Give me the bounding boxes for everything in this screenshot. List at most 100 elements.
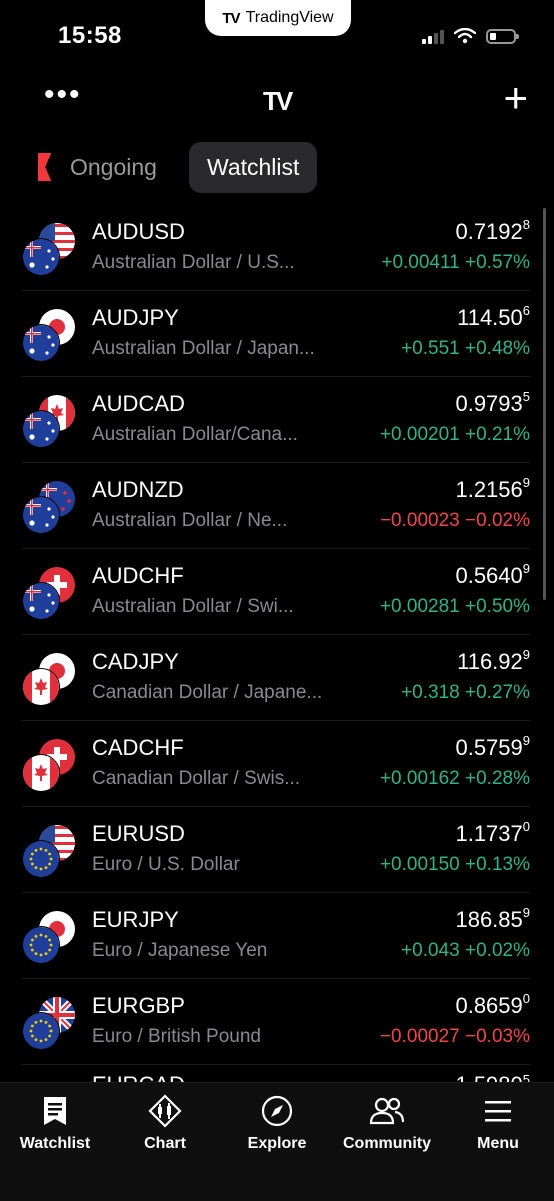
au-flag-icon bbox=[22, 410, 60, 448]
row-description: Euro / U.S. Dollar bbox=[92, 854, 240, 875]
row-price-main: 0.5759 bbox=[455, 735, 523, 760]
row-change: −0.00027 −0.03% bbox=[380, 1026, 530, 1048]
au-flag-icon bbox=[22, 582, 60, 620]
row-change-pct: +0.28% bbox=[465, 768, 530, 789]
status-bar: 15:58 TV TradingView bbox=[0, 0, 554, 70]
nav-watchlist-label: Watchlist bbox=[19, 1135, 91, 1152]
row-change-abs: +0.551 bbox=[401, 338, 460, 359]
currency-pair-icon bbox=[22, 652, 76, 706]
row-change: +0.043 +0.02% bbox=[401, 940, 530, 962]
row-description: Canadian Dollar / Swis... bbox=[92, 768, 301, 789]
row-price-fraction: 9 bbox=[522, 647, 530, 662]
currency-pair-icon bbox=[22, 566, 76, 620]
row-price: 1.21569 bbox=[455, 475, 530, 503]
row-symbol: AUDUSD bbox=[92, 219, 185, 244]
row-change-pct: −0.02% bbox=[465, 510, 530, 531]
row-change-abs: +0.318 bbox=[401, 682, 460, 703]
symbol-list: AUDUSD Australian Dollar / U.S... 0.7192… bbox=[22, 205, 530, 1065]
currency-pair-icon bbox=[22, 394, 76, 448]
row-symbol: CADJPY bbox=[92, 649, 179, 674]
row-price-fraction: 6 bbox=[522, 303, 530, 318]
row-price: 116.929 bbox=[457, 647, 530, 675]
eu-flag-icon bbox=[22, 926, 60, 964]
row-price: 186.859 bbox=[455, 905, 530, 933]
table-row[interactable]: AUDCAD Australian Dollar/Cana... 0.97935… bbox=[22, 377, 530, 463]
row-price-fraction: 9 bbox=[522, 905, 530, 920]
ca-flag-icon bbox=[22, 668, 60, 706]
row-change: +0.00150 +0.13% bbox=[380, 854, 530, 876]
cellular-signal-icon bbox=[422, 28, 444, 44]
currency-pair-icon bbox=[22, 480, 76, 534]
currency-pair-icon bbox=[22, 996, 76, 1050]
row-price-fraction: 0 bbox=[522, 991, 530, 1006]
menu-icon bbox=[485, 1101, 511, 1122]
row-price-fraction: 9 bbox=[522, 561, 530, 576]
more-options-icon[interactable]: ••• bbox=[44, 80, 82, 110]
row-price-fraction: 9 bbox=[522, 733, 530, 748]
nav-explore[interactable]: Explore bbox=[227, 1093, 327, 1153]
row-price: 0.97935 bbox=[455, 389, 530, 417]
tab-watchlist-label: Watchlist bbox=[206, 153, 300, 180]
row-symbol: AUDNZD bbox=[92, 477, 184, 502]
top-bar: ••• TV + bbox=[0, 75, 554, 125]
au-flag-icon bbox=[22, 324, 60, 362]
row-description: Euro / Japanese Yen bbox=[92, 940, 268, 961]
row-change-abs: +0.00162 bbox=[379, 768, 460, 789]
row-price: 0.57599 bbox=[455, 733, 530, 761]
currency-pair-icon bbox=[22, 222, 76, 276]
row-change-abs: +0.00201 bbox=[379, 424, 460, 445]
au-flag-icon bbox=[22, 496, 60, 534]
row-price: 1.17370 bbox=[455, 819, 530, 847]
scrollbar[interactable] bbox=[543, 208, 546, 600]
status-icons bbox=[422, 28, 519, 44]
table-row[interactable]: EURJPY Euro / Japanese Yen 186.859 +0.04… bbox=[22, 893, 530, 979]
row-symbol: EURGBP bbox=[92, 993, 185, 1018]
row-symbol: AUDJPY bbox=[92, 305, 179, 330]
eu-flag-icon bbox=[22, 840, 60, 878]
status-time: 15:58 bbox=[58, 22, 122, 49]
row-symbol: EURJPY bbox=[92, 907, 179, 932]
table-row[interactable]: AUDCHF Australian Dollar / Swi... 0.5640… bbox=[22, 549, 530, 635]
tab-ongoing[interactable]: Ongoing bbox=[38, 153, 157, 181]
add-symbol-button[interactable]: + bbox=[503, 77, 528, 119]
row-symbol: EURUSD bbox=[92, 821, 185, 846]
nav-community[interactable]: Community bbox=[337, 1093, 437, 1153]
nav-chart[interactable]: Chart bbox=[115, 1093, 215, 1153]
row-change-abs: +0.00281 bbox=[379, 596, 460, 617]
row-change-pct: −0.03% bbox=[465, 1026, 530, 1047]
row-change-abs: −0.00023 bbox=[379, 510, 460, 531]
row-change-abs: +0.00411 bbox=[381, 252, 460, 273]
table-row[interactable]: CADJPY Canadian Dollar / Japane... 116.9… bbox=[22, 635, 530, 721]
row-price-main: 1.2156 bbox=[455, 477, 523, 502]
row-description: Australian Dollar/Cana... bbox=[92, 424, 298, 445]
table-row[interactable]: CADCHF Canadian Dollar / Swis... 0.57599… bbox=[22, 721, 530, 807]
nav-menu[interactable]: Menu bbox=[448, 1093, 548, 1153]
currency-pair-icon bbox=[22, 738, 76, 792]
tab-watchlist[interactable]: Watchlist bbox=[188, 141, 318, 193]
currency-pair-icon bbox=[22, 910, 76, 964]
row-price: 0.56409 bbox=[455, 561, 530, 589]
nav-chart-label: Chart bbox=[144, 1135, 186, 1152]
bottom-nav: Watchlist Chart Explore Community Menu bbox=[0, 1082, 554, 1201]
row-change-pct: +0.50% bbox=[465, 596, 530, 617]
row-price-main: 186.85 bbox=[455, 907, 523, 932]
battery-icon bbox=[486, 28, 519, 44]
row-description: Australian Dollar / Swi... bbox=[92, 596, 294, 617]
table-row[interactable]: AUDNZD Australian Dollar / Ne... 1.21569… bbox=[22, 463, 530, 549]
row-price-fraction: 0 bbox=[522, 819, 530, 834]
nav-explore-label: Explore bbox=[247, 1135, 307, 1152]
row-description: Australian Dollar / Ne... bbox=[92, 510, 288, 531]
nav-watchlist[interactable]: Watchlist bbox=[5, 1093, 105, 1153]
row-price-main: 116.92 bbox=[457, 649, 523, 674]
table-row[interactable]: AUDUSD Australian Dollar / U.S... 0.7192… bbox=[22, 205, 530, 291]
row-change-abs: −0.00027 bbox=[379, 1026, 460, 1047]
table-row[interactable]: AUDJPY Australian Dollar / Japan... 114.… bbox=[22, 291, 530, 377]
row-symbol: AUDCHF bbox=[92, 563, 184, 588]
table-row[interactable]: EURGBP Euro / British Pound 0.86590 −0.0… bbox=[22, 979, 530, 1065]
table-row[interactable]: EURUSD Euro / U.S. Dollar 1.17370 +0.001… bbox=[22, 807, 530, 893]
row-change-abs: +0.00150 bbox=[379, 854, 460, 875]
app-pill[interactable]: TV TradingView bbox=[205, 0, 351, 36]
row-price: 114.506 bbox=[457, 303, 530, 331]
row-price-fraction: 9 bbox=[522, 475, 530, 490]
row-price-main: 114.50 bbox=[457, 305, 523, 330]
